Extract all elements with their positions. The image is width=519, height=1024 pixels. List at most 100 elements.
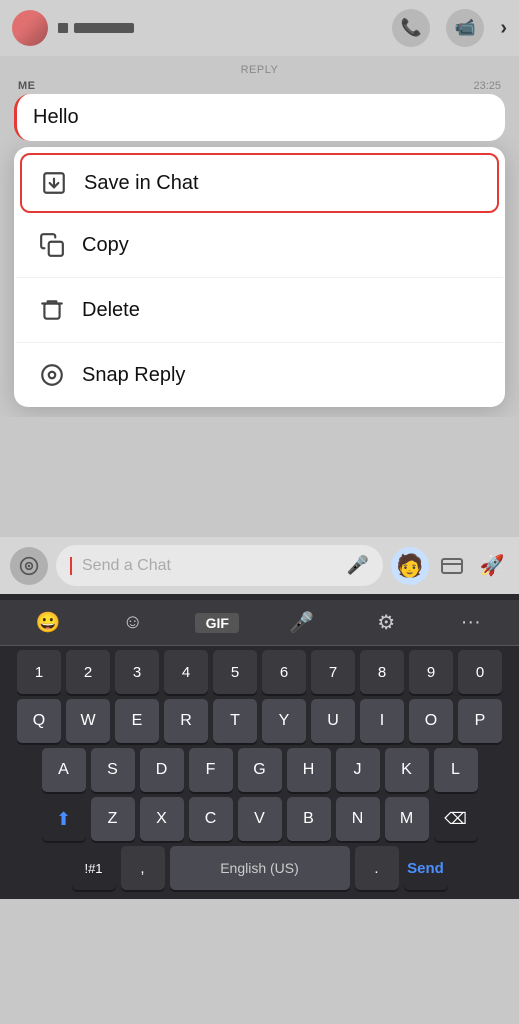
symbols-button[interactable]: !#1 <box>72 846 116 890</box>
chat-area: REPLY ME 23:25 Hello Save in Chat <box>0 56 519 407</box>
video-call-button[interactable]: 📹 <box>446 9 484 47</box>
avatar[interactable] <box>12 10 48 46</box>
key-v[interactable]: V <box>238 797 282 841</box>
key-4[interactable]: 4 <box>164 650 208 694</box>
key-m[interactable]: M <box>385 797 429 841</box>
chat-input[interactable]: Send a Chat 🎤 <box>56 545 383 586</box>
keyboard-toolbar: 😀 ☺ GIF 🎤 ⚙ ··· <box>0 600 519 646</box>
space-button[interactable]: English (US) <box>170 846 350 890</box>
message-sender: ME <box>18 80 36 92</box>
reply-label: REPLY <box>14 64 505 76</box>
top-bar-right: 📞 📹 › <box>392 9 507 47</box>
key-9[interactable]: 9 <box>409 650 453 694</box>
delete-button[interactable]: ⌫ <box>434 797 478 841</box>
key-k[interactable]: K <box>385 748 429 792</box>
key-n[interactable]: N <box>336 797 380 841</box>
save-in-chat-label: Save in Chat <box>84 172 199 195</box>
context-menu-delete[interactable]: Delete <box>16 278 503 343</box>
key-h[interactable]: H <box>287 748 331 792</box>
top-bar-left <box>12 10 134 46</box>
input-bar: Send a Chat 🎤 🧑 🚀 <box>0 537 519 594</box>
username-bar <box>74 23 134 33</box>
bitmoji-button[interactable]: 🧑 <box>391 547 429 585</box>
gif-icon[interactable]: GIF <box>195 613 239 633</box>
key-u[interactable]: U <box>311 699 355 743</box>
save-in-chat-icon <box>40 169 68 197</box>
phone-icon: 📞 <box>401 18 422 38</box>
key-b[interactable]: B <box>287 797 331 841</box>
cursor <box>70 557 72 575</box>
context-menu-copy[interactable]: Copy <box>16 213 503 278</box>
key-g[interactable]: G <box>238 748 282 792</box>
emoji-smiley-icon[interactable]: ☺ <box>111 611 155 634</box>
chat-dim <box>0 417 519 537</box>
shift-button[interactable]: ⬆ <box>42 797 86 841</box>
shift-arrow-icon: ⬆ <box>56 809 71 830</box>
key-1[interactable]: 1 <box>17 650 61 694</box>
message-meta: ME 23:25 <box>14 80 505 92</box>
number-row: 1 2 3 4 5 6 7 8 9 0 <box>4 650 515 694</box>
message-time: 23:25 <box>473 80 501 92</box>
message-text: Hello <box>33 106 79 128</box>
key-z[interactable]: Z <box>91 797 135 841</box>
key-0[interactable]: 0 <box>458 650 502 694</box>
input-bar-icons: 🧑 🚀 <box>391 547 509 585</box>
key-s[interactable]: S <box>91 748 135 792</box>
key-i[interactable]: I <box>360 699 404 743</box>
username-block <box>58 23 134 33</box>
keyboard: 😀 ☺ GIF 🎤 ⚙ ··· 1 2 3 4 5 6 7 8 9 0 Q W … <box>0 594 519 899</box>
key-2[interactable]: 2 <box>66 650 110 694</box>
key-j[interactable]: J <box>336 748 380 792</box>
context-menu-snap-reply[interactable]: Snap Reply <box>16 343 503 407</box>
settings-icon[interactable]: ⚙ <box>364 610 408 635</box>
mic-icon[interactable]: 🎤 <box>347 555 369 576</box>
q-row: Q W E R T Y U I O P <box>4 699 515 743</box>
message-bubble: Hello <box>14 94 505 141</box>
key-w[interactable]: W <box>66 699 110 743</box>
key-l[interactable]: L <box>434 748 478 792</box>
key-r[interactable]: R <box>164 699 208 743</box>
video-icon: 📹 <box>455 18 476 38</box>
key-e[interactable]: E <box>115 699 159 743</box>
key-x[interactable]: X <box>140 797 184 841</box>
z-row: ⬆ Z X C V B N M ⌫ <box>4 797 515 841</box>
keyboard-rows: 1 2 3 4 5 6 7 8 9 0 Q W E R T Y U I O P … <box>0 646 519 890</box>
copy-label: Copy <box>82 234 129 257</box>
delete-label: Delete <box>82 299 140 322</box>
mic-toolbar-icon[interactable]: 🎤 <box>280 610 324 635</box>
bottom-row: !#1 , English (US) . Send <box>4 846 515 890</box>
more-icon[interactable]: ··· <box>449 611 493 634</box>
key-period[interactable]: . <box>355 846 399 890</box>
key-t[interactable]: T <box>213 699 257 743</box>
context-menu: Save in Chat Copy Delete <box>14 147 505 407</box>
camera-button[interactable] <box>10 547 48 585</box>
card-button[interactable] <box>435 549 469 583</box>
key-a[interactable]: A <box>42 748 86 792</box>
key-6[interactable]: 6 <box>262 650 306 694</box>
key-q[interactable]: Q <box>17 699 61 743</box>
key-7[interactable]: 7 <box>311 650 355 694</box>
top-bar: 📞 📹 › <box>0 0 519 56</box>
snap-reply-label: Snap Reply <box>82 364 185 387</box>
key-3[interactable]: 3 <box>115 650 159 694</box>
phone-call-button[interactable]: 📞 <box>392 9 430 47</box>
context-menu-save-in-chat[interactable]: Save in Chat <box>20 153 499 213</box>
chevron-right-icon[interactable]: › <box>500 17 507 40</box>
key-f[interactable]: F <box>189 748 233 792</box>
copy-icon <box>38 231 66 259</box>
key-8[interactable]: 8 <box>360 650 404 694</box>
message-bubble-wrap: ME 23:25 Hello <box>14 80 505 141</box>
emoji-bitmoji-icon[interactable]: 😀 <box>26 610 70 635</box>
rocket-button[interactable]: 🚀 <box>475 549 509 583</box>
a-row: A S D F G H J K L <box>4 748 515 792</box>
chat-input-placeholder: Send a Chat <box>82 557 339 575</box>
delete-icon <box>38 296 66 324</box>
key-c[interactable]: C <box>189 797 233 841</box>
key-d[interactable]: D <box>140 748 184 792</box>
key-o[interactable]: O <box>409 699 453 743</box>
key-p[interactable]: P <box>458 699 502 743</box>
key-y[interactable]: Y <box>262 699 306 743</box>
key-5[interactable]: 5 <box>213 650 257 694</box>
send-button[interactable]: Send <box>404 846 448 890</box>
key-comma[interactable]: , <box>121 846 165 890</box>
